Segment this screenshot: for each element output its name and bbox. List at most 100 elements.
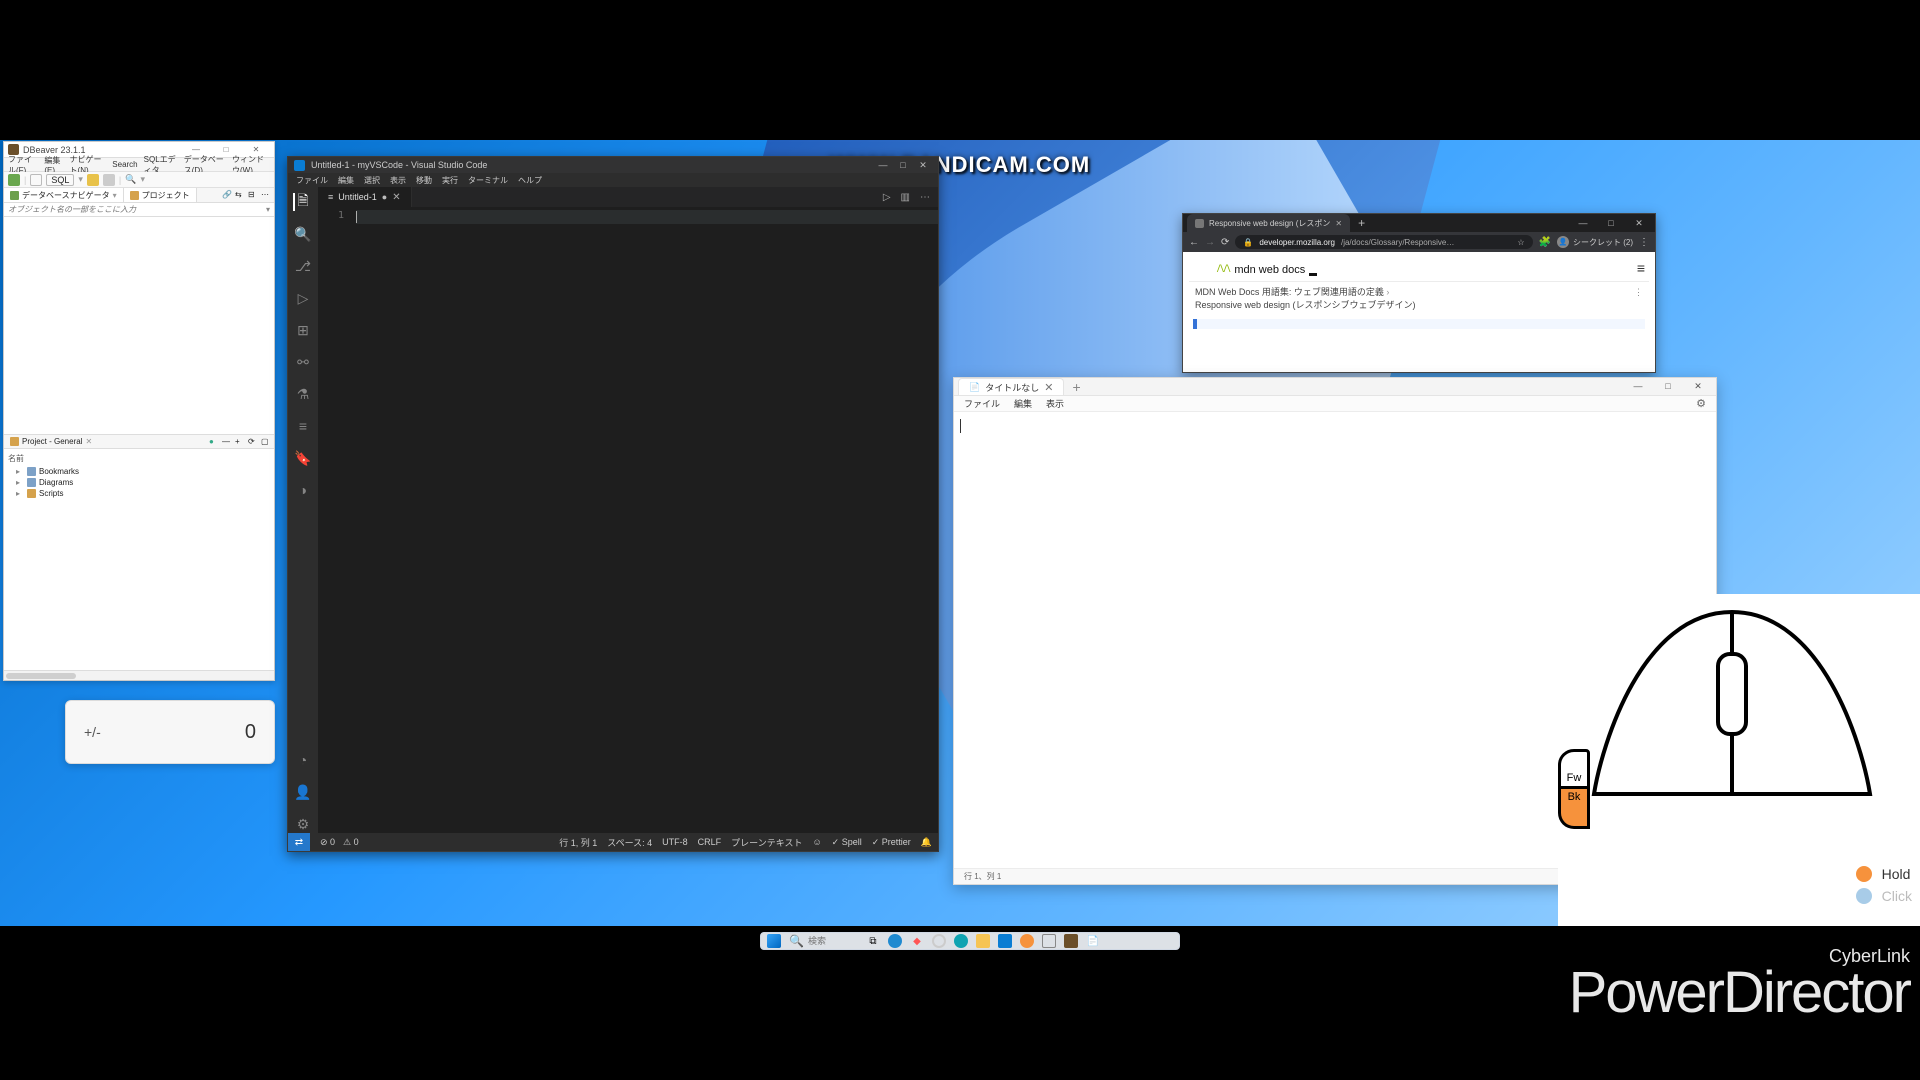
dbeaver-menubar[interactable]: ファイル(F) 編集(E) ナビゲート(N) Search SQLエディタ デー… xyxy=(4,158,274,172)
sql-btn[interactable] xyxy=(30,174,42,186)
filter-dropdown-icon[interactable]: ▾ xyxy=(266,205,270,214)
run-icon[interactable]: ▷ xyxy=(883,192,891,203)
problems-warnings[interactable]: ⚠ 0 xyxy=(343,837,359,848)
np-menu-view[interactable]: 表示 xyxy=(1046,397,1064,410)
vscode-maximize[interactable]: □ xyxy=(894,160,912,171)
notepad-close[interactable]: ✕ xyxy=(1684,381,1712,392)
commit-icon[interactable] xyxy=(87,174,99,186)
app-orange-icon[interactable] xyxy=(1020,934,1034,948)
bookmark-star-icon[interactable]: ☆ xyxy=(1517,238,1524,247)
project-tab[interactable]: プロジェクト xyxy=(124,188,197,202)
start-button[interactable] xyxy=(767,934,781,948)
np-menu-file[interactable]: ファイル xyxy=(964,397,1000,410)
vscode-tabs[interactable]: ≡ Untitled-1 ● ✕ ▷ ▥ ⋯ xyxy=(318,187,938,207)
db-ext-icon[interactable]: ≡ xyxy=(294,417,312,435)
menu-icon[interactable]: ⋯ xyxy=(261,190,271,200)
db-filter-row[interactable]: ▾ xyxy=(4,203,274,217)
vscode-statusbar[interactable]: ⇄ ⊘ 0 ⚠ 0 行 1, 列 1 スペース: 4 UTF-8 CRLF プレ… xyxy=(288,833,938,851)
db-nav-tab[interactable]: データベースナビゲータ ▾ xyxy=(4,188,124,202)
feedback-icon[interactable]: ☺ xyxy=(812,837,821,847)
vscode-editor[interactable]: 1 xyxy=(318,207,938,833)
chrome-profile[interactable]: 👤 シークレット (2) xyxy=(1557,236,1633,248)
dbeaver-toolbar[interactable]: | SQL ▾ | 🔍 ▾ xyxy=(4,172,274,188)
hamburger-icon[interactable]: ≡ xyxy=(1637,260,1645,276)
node-diagrams[interactable]: ▸ Diagrams xyxy=(8,477,270,488)
spell-check[interactable]: Spell xyxy=(832,837,862,848)
vs-menu-go[interactable]: 移動 xyxy=(416,175,432,186)
gear-icon[interactable]: ⚙ xyxy=(1696,397,1706,410)
notepad-menubar[interactable]: ファイル 編集 表示 ⚙ xyxy=(954,396,1716,412)
chrome-icon[interactable] xyxy=(932,934,946,948)
chrome-tabstrip[interactable]: Responsive web design (レスポン ✕ + — □ ✕ xyxy=(1183,214,1655,232)
accounts-icon[interactable]: 👤 xyxy=(294,783,312,801)
node-scripts[interactable]: ▸ Scripts xyxy=(8,488,270,499)
settings-icon[interactable]: ⚙ xyxy=(294,815,312,833)
vs-menu-select[interactable]: 選択 xyxy=(364,175,380,186)
task-view-icon[interactable]: ⧉ xyxy=(866,934,880,948)
language-mode[interactable]: プレーンテキスト xyxy=(731,836,802,849)
vscode-titlebar[interactable]: Untitled-1 - myVSCode - Visual Studio Co… xyxy=(288,157,938,173)
vs-menu-help[interactable]: ヘルプ xyxy=(518,175,542,186)
refresh-icon[interactable]: ⟳ xyxy=(248,437,258,447)
edge2-icon[interactable] xyxy=(954,934,968,948)
plus-icon[interactable]: + xyxy=(235,437,245,447)
view-icon[interactable]: ⇆ xyxy=(235,190,245,200)
run-debug-icon[interactable]: ▷ xyxy=(294,289,312,307)
collapse-icon[interactable]: ⊟ xyxy=(248,190,258,200)
notifications-icon[interactable]: 🔔 xyxy=(921,837,932,848)
taskbar-search-input[interactable] xyxy=(808,936,858,946)
brave-icon[interactable]: ◆ xyxy=(910,934,924,948)
notepad-titlebar[interactable]: 📄 タイトルなし ✕ + — □ ✕ xyxy=(954,378,1716,396)
expand-icon[interactable]: ▸ xyxy=(16,478,24,487)
problems-errors[interactable]: ⊘ 0 xyxy=(320,837,335,848)
chrome-close[interactable]: ✕ xyxy=(1627,218,1651,229)
remote-button[interactable]: ⇄ xyxy=(288,833,310,851)
chrome-window[interactable]: Responsive web design (レスポン ✕ + — □ ✕ ← … xyxy=(1182,213,1656,373)
notepad-tab-close-icon[interactable]: ✕ xyxy=(1044,381,1053,394)
reader-icon[interactable]: 🧩 xyxy=(1539,237,1551,248)
search-icon[interactable]: 🔍 xyxy=(125,174,136,185)
notepad-taskbar-icon[interactable]: 📄 xyxy=(1086,934,1100,948)
extensions-icon[interactable]: ⊞ xyxy=(294,321,312,339)
testing-icon[interactable]: ⚗ xyxy=(294,385,312,403)
vscode-menubar[interactable]: ファイル 編集 選択 表示 移動 実行 ターミナル ヘルプ xyxy=(288,173,938,187)
eol[interactable]: CRLF xyxy=(698,837,722,847)
vscode-activity-bar[interactable]: 🗎 🔍 ⎇ ▷ ⊞ ⚯ ⚗ ≡ 🔖 ◑ ◔ 👤 ⚙ xyxy=(288,187,318,833)
sql-label[interactable]: SQL xyxy=(46,174,74,186)
calculator-fragment[interactable]: +/- 0 xyxy=(65,700,275,764)
chrome-minimize[interactable]: — xyxy=(1571,218,1595,229)
link-icon[interactable]: 🔗 xyxy=(222,190,232,200)
np-menu-edit[interactable]: 編集 xyxy=(1014,397,1032,410)
bookmark-icon[interactable]: 🔖 xyxy=(294,449,312,467)
explorer-icon[interactable] xyxy=(976,934,990,948)
plus-minus-button[interactable]: +/- xyxy=(84,724,101,740)
vscode-minimize[interactable]: — xyxy=(874,160,892,171)
prettier[interactable]: Prettier xyxy=(872,837,911,848)
search-icon[interactable]: 🔍 xyxy=(294,225,312,243)
sidebar-toggle-icon[interactable] xyxy=(1193,263,1203,273)
chrome-viewport[interactable]: /\/\ mdn web docs ≡ MDN Web Docs 用語集: ウェ… xyxy=(1183,252,1655,372)
project-general-tab[interactable]: Project - General ✕ xyxy=(4,436,98,447)
reload-icon[interactable]: ⟳ xyxy=(1221,237,1229,248)
back-icon[interactable]: ← xyxy=(1189,237,1199,248)
vscode-close[interactable]: ✕ xyxy=(914,160,932,171)
address-bar[interactable]: 🔒 developer.mozilla.org /ja/docs/Glossar… xyxy=(1235,235,1532,249)
chrome-toolbar[interactable]: ← → ⟳ 🔒 developer.mozilla.org /ja/docs/G… xyxy=(1183,232,1655,252)
todo-icon[interactable]: ◑ xyxy=(294,481,312,499)
breadcrumb-parent[interactable]: MDN Web Docs 用語集: ウェブ関連用語の定義 xyxy=(1195,287,1384,297)
chrome-tab[interactable]: Responsive web design (レスポン ✕ xyxy=(1187,214,1350,232)
dbeaver-project-tree[interactable]: 名前 ▸ Bookmarks ▸ Diagrams ▸ Scripts xyxy=(4,449,274,670)
notepad-minimize[interactable]: — xyxy=(1624,381,1652,392)
notepad-new-tab[interactable]: + xyxy=(1064,379,1088,395)
calc-taskbar-icon[interactable] xyxy=(1042,934,1056,948)
dbeaver-hscroll[interactable] xyxy=(4,670,274,680)
new-tab-button[interactable]: + xyxy=(1354,216,1369,230)
popout-icon[interactable]: ▢ xyxy=(261,437,271,447)
notepad-maximize[interactable]: □ xyxy=(1654,381,1682,392)
indent[interactable]: スペース: 4 xyxy=(607,836,652,849)
forward-icon[interactable]: → xyxy=(1205,237,1215,248)
current-line[interactable] xyxy=(356,210,938,224)
more-icon[interactable]: ⋯ xyxy=(920,192,930,203)
db-nav-body[interactable] xyxy=(4,217,274,434)
vscode-window[interactable]: Untitled-1 - myVSCode - Visual Studio Co… xyxy=(287,156,939,852)
